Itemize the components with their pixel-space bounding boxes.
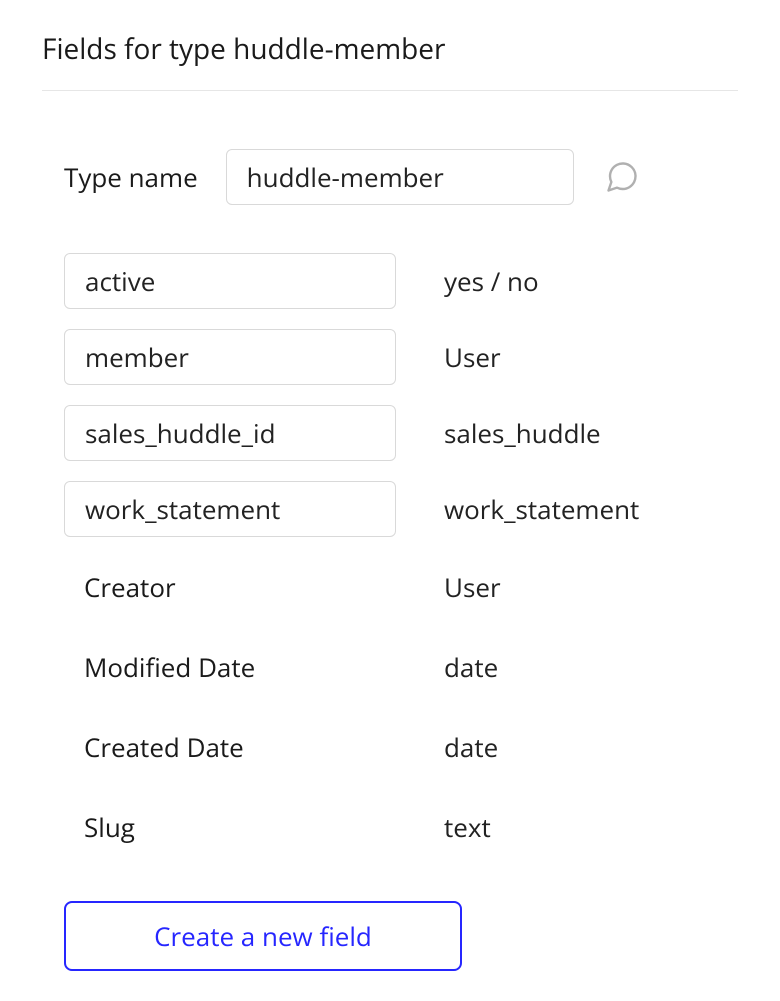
type-name-label: Type name — [64, 159, 198, 195]
field-row: Created Date date — [64, 717, 738, 777]
field-name-static: Slug — [64, 797, 396, 857]
field-type-label: yes / no — [444, 263, 738, 299]
field-row: User — [64, 329, 738, 385]
field-type-label: User — [444, 339, 738, 375]
field-name-input[interactable] — [64, 329, 396, 385]
page-title: Fields for type huddle-member — [42, 24, 738, 91]
create-field-button[interactable]: Create a new field — [64, 901, 462, 971]
field-name-static: Created Date — [64, 717, 396, 777]
field-row: Slug text — [64, 797, 738, 857]
field-name-input[interactable] — [64, 481, 396, 537]
field-row: work_statement — [64, 481, 738, 537]
field-name-static: Modified Date — [64, 637, 396, 697]
field-row: Creator User — [64, 557, 738, 617]
field-type-label: date — [444, 649, 738, 685]
field-name-static: Creator — [64, 557, 396, 617]
field-type-label: text — [444, 809, 738, 845]
fields-list: yes / no User sales_huddle work_statement Cr… — [64, 253, 738, 857]
field-type-label: User — [444, 569, 738, 605]
field-type-label: work_statement — [444, 491, 738, 527]
field-type-label: date — [444, 729, 738, 765]
field-row: Modified Date date — [64, 637, 738, 697]
type-name-row: Type name — [64, 149, 738, 205]
field-row: yes / no — [64, 253, 738, 309]
comment-icon[interactable] — [602, 157, 642, 197]
field-name-input[interactable] — [64, 253, 396, 309]
field-name-input[interactable] — [64, 405, 396, 461]
type-name-input[interactable] — [226, 149, 574, 205]
field-row: sales_huddle — [64, 405, 738, 461]
field-type-label: sales_huddle — [444, 415, 738, 451]
